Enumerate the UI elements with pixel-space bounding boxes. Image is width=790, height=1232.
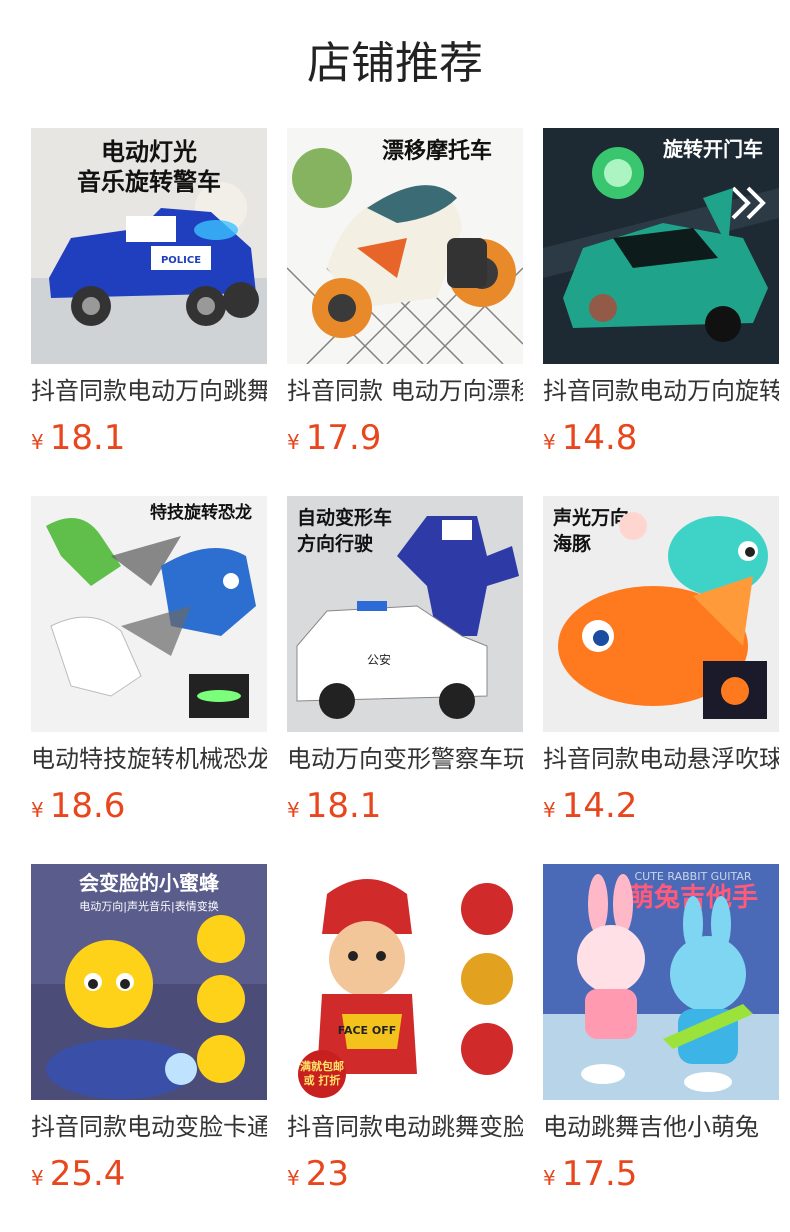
price-amount: 18.1 xyxy=(305,786,382,826)
product-name[interactable]: 电动跳舞吉他小萌兔 xyxy=(543,1110,779,1144)
price-amount: 14.2 xyxy=(561,786,638,826)
product-card[interactable]: FACE OFF 满就包邮 或 打折 抖音同款电动跳舞变脸玩具 ¥23 xyxy=(287,864,523,1204)
product-price: ¥18.1 xyxy=(287,784,381,828)
product-price: ¥18.1 xyxy=(31,416,125,460)
product-card[interactable]: 会变脸的小蜜蜂 电动万向|声光音乐|表情变换 抖音同款电动变脸卡通小蜜蜂 ¥25… xyxy=(31,864,267,1204)
product-card[interactable]: 漂移摩托车 抖音同款 电动万向漂移摩托车 ¥17.9 xyxy=(287,128,523,468)
product-price: ¥18.6 xyxy=(31,784,125,828)
product-card[interactable]: 旋转开门车 抖音同款电动万向旋转开门车 ¥14.8 xyxy=(543,128,779,468)
price-amount: 17.5 xyxy=(561,1154,638,1194)
promo-line-1: 满就包邮 xyxy=(300,1059,344,1073)
product-card[interactable]: 特技旋转恐龙 电动特技旋转机械恐龙 ¥18.6 xyxy=(31,496,267,836)
product-image[interactable]: 会变脸的小蜜蜂 电动万向|声光音乐|表情变换 xyxy=(31,864,267,1100)
product-image[interactable]: 漂移摩托车 xyxy=(287,128,523,364)
image-watermark: CUTE RABBIT GUITAR xyxy=(634,870,751,883)
image-caption-line-2: 海豚 xyxy=(553,532,592,555)
product-image[interactable]: CUTE RABBIT GUITAR 萌兔吉他手 xyxy=(543,864,779,1100)
product-price: ¥17.5 xyxy=(543,1152,637,1196)
page-title: 店铺推荐 xyxy=(307,38,483,89)
promo-line-2: 或 打折 xyxy=(304,1073,341,1087)
product-image[interactable]: 声光万向 海豚 xyxy=(543,496,779,732)
currency-symbol: ¥ xyxy=(287,430,300,454)
price-amount: 18.6 xyxy=(49,786,126,826)
product-image[interactable]: 特技旋转恐龙 xyxy=(31,496,267,732)
currency-symbol: ¥ xyxy=(543,798,556,822)
product-name[interactable]: 抖音同款电动变脸卡通小蜜蜂 xyxy=(31,1110,267,1144)
image-label: 公安 xyxy=(367,652,391,667)
product-name[interactable]: 抖音同款电动万向跳舞警车 xyxy=(31,374,267,408)
price-amount: 25.4 xyxy=(49,1154,126,1194)
image-caption: 特技旋转恐龙 xyxy=(150,502,252,523)
product-price: ¥25.4 xyxy=(31,1152,125,1196)
product-price: ¥14.8 xyxy=(543,416,637,460)
product-name[interactable]: 抖音同款 电动万向漂移摩托车 xyxy=(287,374,523,408)
product-card[interactable]: 声光万向 海豚 抖音同款电动悬浮吹球海豚 ¥14.2 xyxy=(543,496,779,836)
currency-symbol: ¥ xyxy=(287,798,300,822)
product-image[interactable]: 自动变形车 方向行驶 公安 xyxy=(287,496,523,732)
image-caption: 会变脸的小蜜蜂 xyxy=(79,871,220,895)
image-subcaption: 电动万向|声光音乐|表情变换 xyxy=(79,899,218,913)
product-name[interactable]: 抖音同款电动悬浮吹球海豚 xyxy=(543,742,779,776)
product-image[interactable]: 电动灯光 音乐旋转警车 POLICE xyxy=(31,128,267,364)
currency-symbol: ¥ xyxy=(31,430,44,454)
price-amount: 23 xyxy=(305,1154,349,1194)
product-image[interactable]: 旋转开门车 xyxy=(543,128,779,364)
price-amount: 14.8 xyxy=(561,418,638,458)
image-caption: 旋转开门车 xyxy=(662,137,763,161)
image-caption-line-1: 自动变形车 xyxy=(297,506,392,529)
currency-symbol: ¥ xyxy=(287,1166,300,1190)
image-caption-line-1: 声光万向 xyxy=(552,506,629,529)
product-image[interactable]: FACE OFF 满就包邮 或 打折 xyxy=(287,864,523,1100)
price-amount: 18.1 xyxy=(49,418,126,458)
product-card[interactable]: 自动变形车 方向行驶 公安 电动万向变形警察车玩具 ¥18.1 xyxy=(287,496,523,836)
product-card[interactable]: CUTE RABBIT GUITAR 萌兔吉他手 电动跳舞吉他小萌兔 ¥17.5 xyxy=(543,864,779,1204)
product-name[interactable]: 抖音同款电动万向旋转开门车 xyxy=(543,374,779,408)
image-label: POLICE xyxy=(161,255,201,266)
image-caption-line-1: 电动灯光 xyxy=(101,138,197,166)
product-price: ¥23 xyxy=(287,1152,349,1196)
image-caption-line-2: 方向行驶 xyxy=(297,532,373,555)
product-name[interactable]: 电动万向变形警察车玩具 xyxy=(287,742,523,776)
image-caption: 漂移摩托车 xyxy=(382,138,492,164)
currency-symbol: ¥ xyxy=(543,430,556,454)
product-name[interactable]: 抖音同款电动跳舞变脸玩具 xyxy=(287,1110,523,1144)
currency-symbol: ¥ xyxy=(31,798,44,822)
product-price: ¥14.2 xyxy=(543,784,637,828)
currency-symbol: ¥ xyxy=(543,1166,556,1190)
currency-symbol: ¥ xyxy=(31,1166,44,1190)
image-label: FACE OFF xyxy=(338,1024,397,1037)
price-amount: 17.9 xyxy=(305,418,382,458)
product-name[interactable]: 电动特技旋转机械恐龙 xyxy=(31,742,267,776)
image-caption-line-2: 音乐旋转警车 xyxy=(77,168,221,196)
product-card[interactable]: 电动灯光 音乐旋转警车 POLICE 抖音同款电动万向跳舞警车 ¥18.1 xyxy=(31,128,267,468)
product-price: ¥17.9 xyxy=(287,416,381,460)
